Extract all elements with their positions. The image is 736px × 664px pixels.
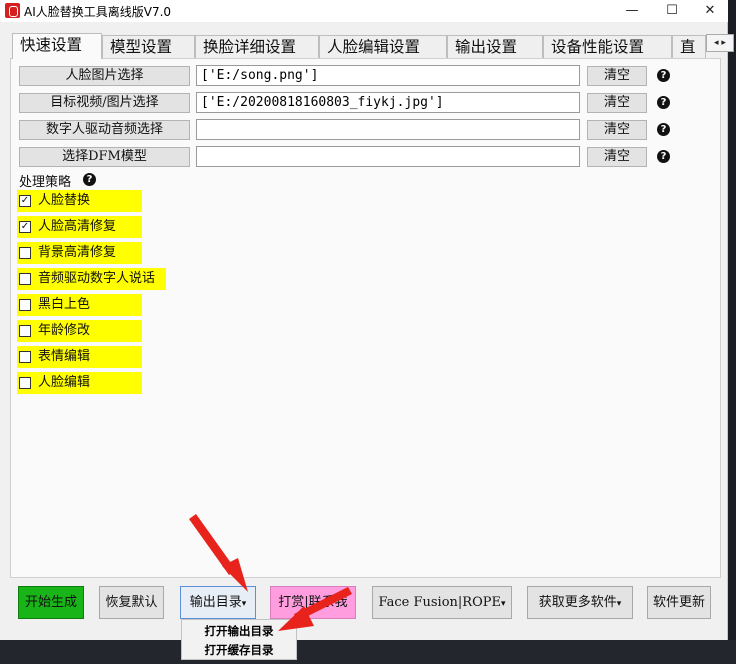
help-icon[interactable]: ? (83, 173, 96, 186)
option-label: 表情编辑 (38, 349, 91, 364)
window-title: AI人脸替换工具离线版V7.0 (24, 5, 172, 19)
help-icon[interactable]: ? (657, 150, 670, 163)
option-age-modify[interactable]: 年龄修改 (17, 320, 142, 342)
tab-output-settings[interactable]: 输出设置 (447, 35, 543, 58)
clear-audio-button[interactable]: 清空 (587, 120, 647, 140)
option-label: 人脸编辑 (38, 375, 91, 390)
clear-target-media-button[interactable]: 清空 (587, 93, 647, 113)
audio-path-field[interactable] (196, 119, 580, 140)
reward-contact-button[interactable]: 打赏|联系我 (270, 586, 356, 619)
close-button[interactable]: ✕ (690, 0, 730, 22)
quick-settings-panel: 人脸图片选择 ['E:/song.png'] 清空 ? 目标视频/图片选择 ['… (10, 58, 721, 578)
output-dir-menu-button[interactable]: 输出目录▾ (180, 586, 256, 619)
tab-face-edit-settings[interactable]: 人脸编辑设置 (319, 35, 447, 58)
tab-model-settings[interactable]: 模型设置 (102, 35, 195, 58)
checkbox-expression-edit[interactable] (19, 351, 31, 363)
face-fusion-label: Face Fusion|ROPE (378, 595, 501, 610)
checkbox-face-hd-restore[interactable]: ✓ (19, 221, 31, 233)
tab-overflow[interactable]: 直 (672, 35, 706, 58)
checkbox-colorize[interactable] (19, 299, 31, 311)
strategy-label-text: 处理策略 (19, 175, 72, 190)
checkbox-face-edit[interactable] (19, 377, 31, 389)
title-bar: AI人脸替换工具离线版V7.0 — ☐ ✕ (0, 0, 728, 22)
option-label: 音频驱动数字人说话 (38, 271, 156, 286)
dfm-model-path-field[interactable] (196, 146, 580, 167)
output-dir-label: 输出目录 (189, 595, 242, 610)
minimize-button[interactable]: — (612, 0, 652, 22)
strategy-label: 处理策略 (19, 171, 71, 190)
clear-face-image-button[interactable]: 清空 (587, 66, 647, 86)
app-window: AI人脸替换工具离线版V7.0 — ☐ ✕ 快速设置 模型设置 换脸详细设置 人… (0, 0, 734, 640)
help-icon[interactable]: ? (657, 123, 670, 136)
desktop-background (0, 640, 736, 664)
option-label: 人脸高清修复 (38, 219, 117, 234)
option-colorize[interactable]: 黑白上色 (17, 294, 142, 316)
help-icon[interactable]: ? (657, 96, 670, 109)
reset-defaults-button[interactable]: 恢复默认 (99, 586, 164, 619)
option-label: 人脸替换 (38, 193, 91, 208)
tab-quick-settings[interactable]: 快速设置 (12, 33, 102, 59)
maximize-button[interactable]: ☐ (652, 0, 692, 22)
get-more-software-button[interactable]: 获取更多软件▾ (527, 586, 633, 619)
tab-scroll-arrows[interactable]: ◂ ▸ (706, 34, 734, 52)
chevron-down-icon: ▾ (241, 599, 247, 609)
option-background-hd-restore[interactable]: 背景高清修复 (17, 242, 142, 264)
open-output-dir-item[interactable]: 打开输出目录 (182, 622, 296, 641)
option-label: 黑白上色 (38, 297, 91, 312)
target-media-path-field[interactable]: ['E:/20200818160803_fiykj.jpg'] (196, 92, 580, 113)
software-update-button[interactable]: 软件更新 (647, 586, 711, 619)
option-label: 背景高清修复 (38, 245, 117, 260)
face-fusion-rope-button[interactable]: Face Fusion|ROPE▾ (372, 586, 512, 619)
more-software-label: 获取更多软件 (538, 595, 617, 610)
checkbox-face-swap[interactable]: ✓ (19, 195, 31, 207)
face-image-path-field[interactable]: ['E:/song.png'] (196, 65, 580, 86)
option-face-swap[interactable]: ✓ 人脸替换 (17, 190, 142, 212)
tab-device-settings[interactable]: 设备性能设置 (543, 35, 672, 58)
checkbox-audio-driven-talking[interactable] (19, 273, 31, 285)
dfm-model-select-button[interactable]: 选择DFM模型 (19, 147, 190, 167)
chevron-down-icon: ▾ (500, 599, 506, 609)
checkbox-age-modify[interactable] (19, 325, 31, 337)
option-expression-edit[interactable]: 表情编辑 (17, 346, 142, 368)
option-face-hd-restore[interactable]: ✓ 人脸高清修复 (17, 216, 142, 238)
clear-dfm-model-button[interactable]: 清空 (587, 147, 647, 167)
option-label: 年龄修改 (38, 323, 91, 338)
audio-select-button[interactable]: 数字人驱动音频选择 (19, 120, 190, 140)
option-audio-driven-talking[interactable]: 音频驱动数字人说话 (17, 268, 166, 290)
checkbox-background-hd-restore[interactable] (19, 247, 31, 259)
tab-bar: 快速设置 模型设置 换脸详细设置 人脸编辑设置 输出设置 设备性能设置 直 ◂ … (12, 33, 734, 59)
tab-swap-detail-settings[interactable]: 换脸详细设置 (195, 35, 319, 58)
option-face-edit[interactable]: 人脸编辑 (17, 372, 142, 394)
app-logo-icon (5, 3, 20, 18)
chevron-down-icon: ▾ (616, 599, 622, 609)
output-dir-dropdown: 打开输出目录 打开缓存目录 (181, 619, 297, 660)
face-image-select-button[interactable]: 人脸图片选择 (19, 66, 190, 86)
target-media-select-button[interactable]: 目标视频/图片选择 (19, 93, 190, 113)
open-cache-dir-item[interactable]: 打开缓存目录 (182, 641, 296, 660)
help-icon[interactable]: ? (657, 69, 670, 82)
start-generate-button[interactable]: 开始生成 (18, 586, 84, 619)
